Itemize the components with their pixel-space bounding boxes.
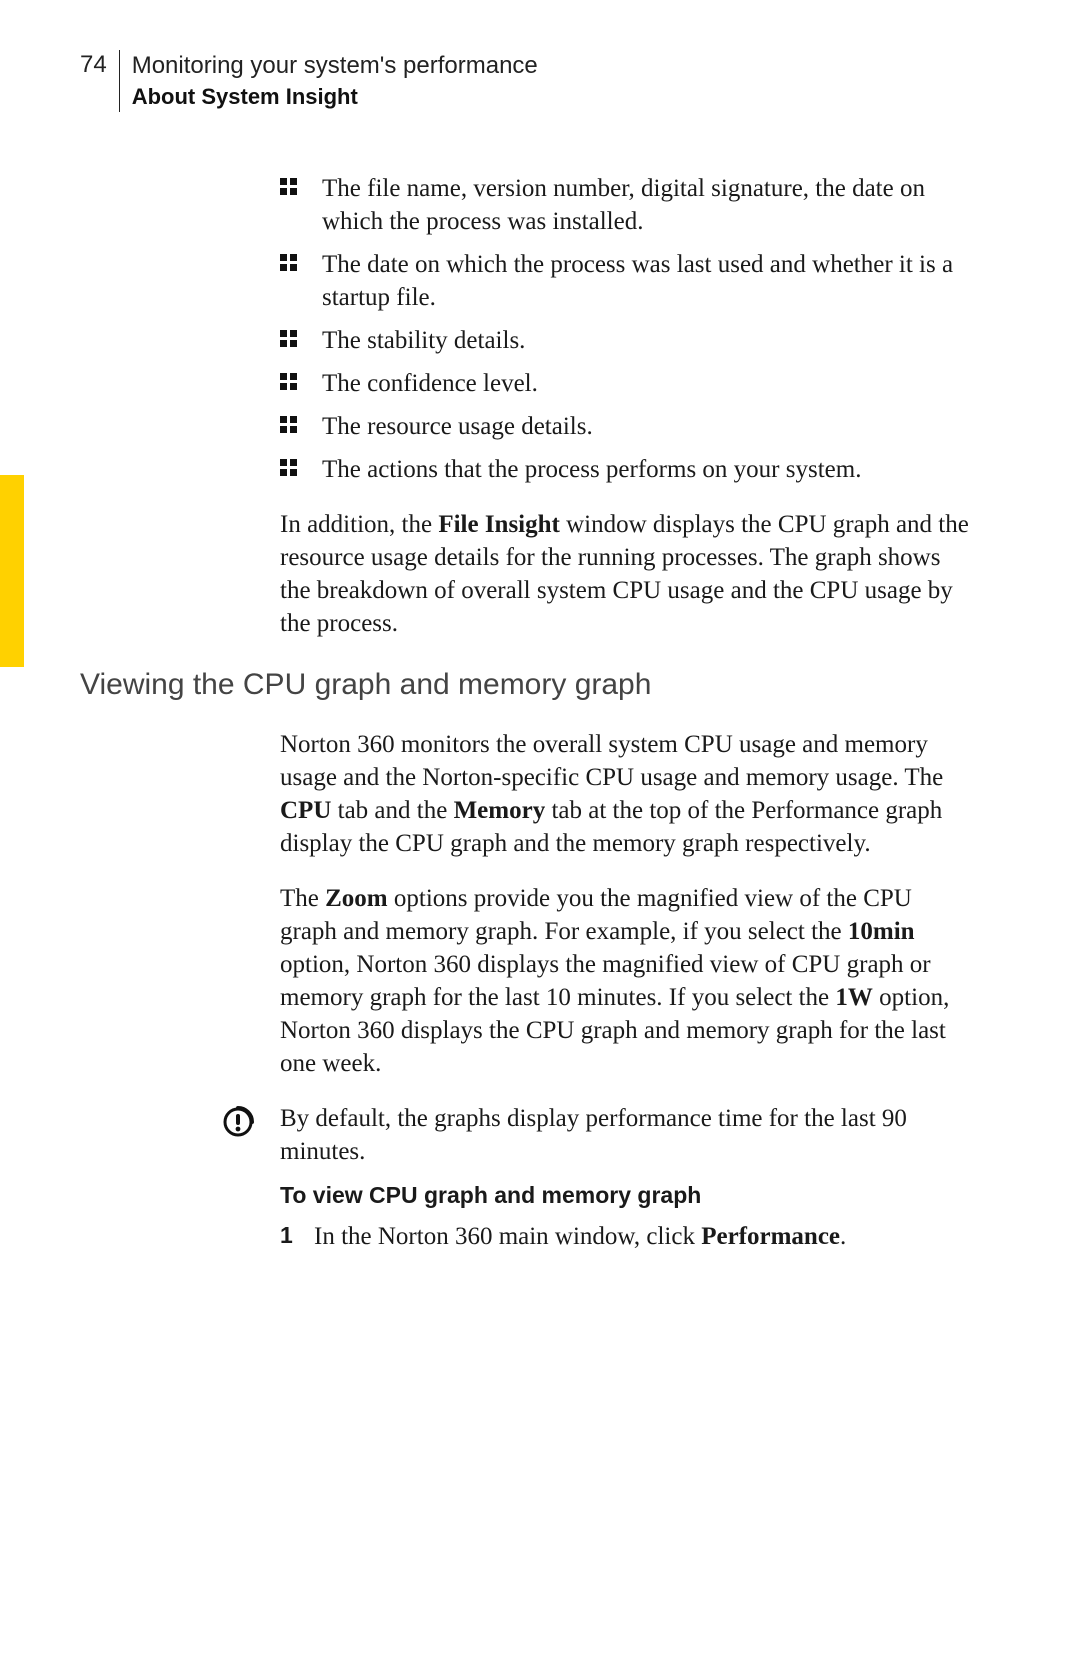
list-item: The actions that the process performs on… [280, 453, 970, 486]
step-number: 1 [280, 1221, 293, 1251]
list-item-text: The resource usage details. [322, 413, 593, 440]
list-item: The resource usage details. [280, 410, 970, 443]
bold-text: Zoom [325, 885, 388, 912]
list-item-text: The date on which the process was last u… [322, 251, 953, 311]
four-square-bullet-icon [280, 416, 297, 433]
note-block: By default, the graphs display performan… [280, 1102, 970, 1168]
header-titles: Monitoring your system's performance Abo… [119, 50, 538, 112]
text-run: option, Norton 360 displays the magnifie… [280, 951, 931, 1011]
text-run: . [840, 1223, 846, 1250]
bullet-list: The file name, version number, digital s… [280, 172, 970, 486]
four-square-bullet-icon [280, 330, 297, 347]
list-item: The date on which the process was last u… [280, 248, 970, 314]
text-run: In addition, the [280, 511, 438, 538]
chapter-title: Monitoring your system's performance [132, 50, 538, 82]
four-square-bullet-icon [280, 459, 297, 476]
step-item: 1 In the Norton 360 main window, click P… [280, 1221, 970, 1254]
section-title-header: About System Insight [132, 82, 538, 112]
note-text: By default, the graphs display performan… [280, 1102, 970, 1168]
list-item-text: The confidence level. [322, 370, 538, 397]
bold-text: 10min [848, 918, 915, 945]
list-item-text: The file name, version number, digital s… [322, 175, 925, 235]
bold-text: Performance [701, 1223, 840, 1250]
text-run: The [280, 885, 325, 912]
paragraph: In addition, the File Insight window dis… [280, 508, 970, 640]
text-run: tab and the [331, 797, 453, 824]
list-item-text: The actions that the process performs on… [322, 456, 861, 483]
page-header: 74 Monitoring your system's performance … [80, 50, 990, 112]
paragraph: Norton 360 monitors the overall system C… [280, 728, 970, 860]
bold-text: Memory [454, 797, 546, 824]
bold-text: 1W [835, 984, 873, 1011]
four-square-bullet-icon [280, 254, 297, 271]
list-item: The stability details. [280, 324, 970, 357]
step-list: 1 In the Norton 360 main window, click P… [280, 1221, 970, 1254]
bold-text: File Insight [438, 511, 560, 538]
list-item: The confidence level. [280, 367, 970, 400]
four-square-bullet-icon [280, 373, 297, 390]
task-heading: To view CPU graph and memory graph [280, 1182, 970, 1209]
text-run: Norton 360 monitors the overall system C… [280, 731, 943, 791]
page-number: 74 [80, 50, 119, 80]
alert-circle-icon [220, 1104, 256, 1140]
list-item: The file name, version number, digital s… [280, 172, 970, 238]
text-run: In the Norton 360 main window, click [314, 1223, 701, 1250]
paragraph: The Zoom options provide you the magnifi… [280, 882, 970, 1080]
bold-text: CPU [280, 797, 331, 824]
list-item-text: The stability details. [322, 327, 525, 354]
four-square-bullet-icon [280, 178, 297, 195]
subsection-heading: Viewing the CPU graph and memory graph [80, 668, 970, 702]
